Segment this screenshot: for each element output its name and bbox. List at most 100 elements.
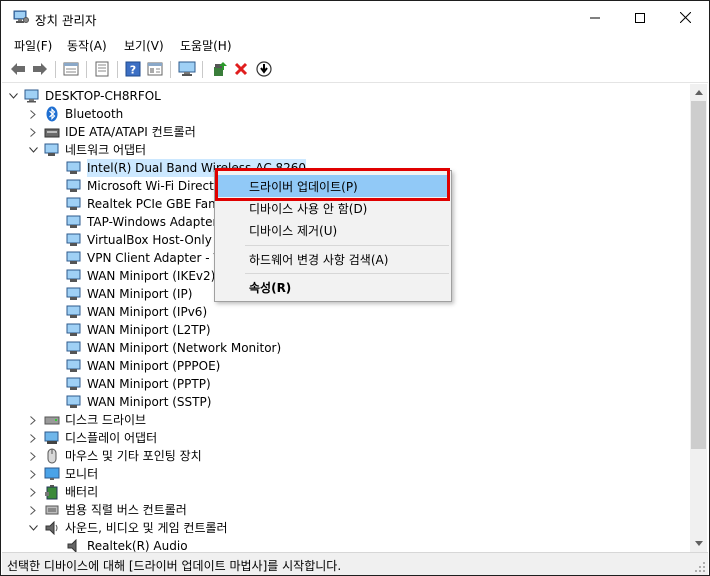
chevron-right-icon[interactable]: [28, 123, 38, 141]
disk-drive-icon: [44, 412, 60, 428]
speaker-icon: [44, 520, 60, 536]
chevron-right-icon[interactable]: [28, 411, 38, 429]
toolbar-separator: [202, 61, 203, 78]
network-adapter-label: WAN Miniport (PPPOE): [87, 359, 221, 373]
monitor-icon[interactable]: [177, 59, 197, 79]
network-adapter-icon: [66, 250, 82, 266]
back-icon[interactable]: [8, 59, 28, 79]
network-adapter-icon: [66, 358, 82, 374]
network-adapter-label: WAN Miniport (PPTP): [87, 377, 211, 391]
tree-category-network-adapters[interactable]: 네트워크 어댑터: [28, 141, 146, 159]
tree-category-label: 디스플레이 어댑터: [65, 431, 158, 445]
tree-category-monitors[interactable]: 모니터: [28, 465, 98, 483]
update-driver-icon[interactable]: [209, 59, 229, 79]
view-icon[interactable]: [145, 59, 165, 79]
chevron-down-icon[interactable]: [28, 141, 38, 159]
device-manager-window: 장치 관리자 파일(F) 동작(A) 보기(V) 도움말(H) ? DESKTO…: [0, 0, 710, 576]
tree-category-disk-drives[interactable]: 디스크 드라이브: [28, 411, 146, 429]
forward-icon[interactable]: [30, 59, 50, 79]
tree-category-sound[interactable]: 사운드, 비디오 및 게임 컨트롤러: [28, 519, 228, 537]
network-adapter-label: WAN Miniport (Network Monitor): [87, 341, 282, 355]
chevron-right-icon[interactable]: [28, 429, 38, 447]
chevron-right-icon[interactable]: [28, 483, 38, 501]
network-adapter-label: TAP-Windows Adapter V: [87, 215, 230, 229]
context-menu-item-label: 디바이스 사용 안 함(D): [249, 201, 368, 216]
context-menu-scan-hardware[interactable]: 하드웨어 변경 사항 검색(A): [217, 248, 449, 270]
tree-category-label: Bluetooth: [65, 107, 124, 121]
tree-category-label: 모니터: [65, 467, 99, 481]
help-icon[interactable]: ?: [123, 59, 143, 79]
network-adapter-item[interactable]: WAN Miniport (IP): [66, 285, 192, 303]
context-menu-disable-device[interactable]: 디바이스 사용 안 함(D): [217, 197, 449, 219]
properties-icon[interactable]: [61, 59, 81, 79]
network-adapter-item[interactable]: WAN Miniport (L2TP): [66, 321, 211, 339]
title-bar[interactable]: 장치 관리자: [2, 2, 708, 33]
mouse-icon: [44, 448, 60, 464]
download-icon[interactable]: [254, 59, 274, 79]
network-adapter-item[interactable]: WAN Miniport (PPPOE): [66, 357, 220, 375]
network-adapter-icon: [66, 178, 82, 194]
svg-text:?: ?: [130, 64, 136, 77]
context-menu-item-label: 속성(R): [249, 280, 292, 295]
context-menu-uninstall-device[interactable]: 디바이스 제거(U): [217, 219, 449, 241]
sound-device-item[interactable]: Realtek(R) Audio: [66, 537, 188, 552]
network-adapter-item[interactable]: WAN Miniport (PPTP): [66, 375, 211, 393]
scroll-up-icon[interactable]: [690, 84, 707, 101]
context-menu-separator: [245, 273, 449, 274]
context-menu-update-driver[interactable]: 드라이버 업데이트(P): [217, 175, 449, 197]
device-manager-icon: [13, 10, 29, 24]
tree-category-label: 마우스 및 기타 포인팅 장치: [65, 449, 202, 463]
network-adapter-item[interactable]: Microsoft Wi-Fi Direct V: [66, 177, 226, 195]
tree-category-batteries[interactable]: 배터리: [28, 483, 98, 501]
chevron-right-icon[interactable]: [28, 105, 38, 123]
uninstall-icon[interactable]: [231, 59, 251, 79]
network-adapter-label: WAN Miniport (L2TP): [87, 323, 211, 337]
network-adapter-item[interactable]: TAP-Windows Adapter V: [66, 213, 229, 231]
network-adapter-label: WAN Miniport (IP): [87, 287, 193, 301]
network-adapter-item[interactable]: Realtek PCIe GBE Family: [66, 195, 234, 213]
network-adapter-item[interactable]: WAN Miniport (IPv6): [66, 303, 207, 321]
tree-category-mice[interactable]: 마우스 및 기타 포인팅 장치: [28, 447, 202, 465]
scrollbar-thumb[interactable]: [691, 101, 706, 449]
scroll-down-icon[interactable]: [690, 535, 707, 552]
network-adapter-item[interactable]: WAN Miniport (IKEv2): [66, 267, 215, 285]
resize-grip-icon[interactable]: [695, 562, 706, 573]
menu-view[interactable]: 보기(V): [124, 37, 164, 54]
chevron-right-icon[interactable]: [28, 465, 38, 483]
device-tree[interactable]: DESKTOP-CH8RFOL Bluetooth IDE ATA/ATAPI …: [2, 84, 689, 552]
monitor-icon: [44, 466, 60, 482]
tree-category-ide[interactable]: IDE ATA/ATAPI 컨트롤러: [28, 123, 196, 141]
network-adapter-item[interactable]: VirtualBox Host-Only Et: [66, 231, 228, 249]
usb-icon: [44, 502, 60, 518]
network-adapter-item[interactable]: WAN Miniport (SSTP): [66, 393, 211, 411]
chevron-right-icon[interactable]: [28, 501, 38, 519]
tree-category-label: 네트워크 어댑터: [65, 143, 147, 157]
minimize-button[interactable]: [572, 2, 618, 33]
tree-root[interactable]: DESKTOP-CH8RFOL: [8, 87, 161, 105]
network-adapter-item[interactable]: VPN Client Adapter - V: [66, 249, 222, 267]
tree-category-usb-controllers[interactable]: 범용 직렬 버스 컨트롤러: [28, 501, 187, 519]
network-adapter-icon: [44, 142, 60, 158]
network-adapter-item[interactable]: WAN Miniport (Network Monitor): [66, 339, 281, 357]
context-menu-properties[interactable]: 속성(R): [217, 276, 449, 298]
menu-file[interactable]: 파일(F): [14, 37, 52, 54]
tree-category-display-adapters[interactable]: 디스플레이 어댑터: [28, 429, 157, 447]
vertical-scrollbar[interactable]: [690, 84, 707, 552]
menu-action[interactable]: 동작(A): [67, 37, 107, 54]
tree-category-bluetooth[interactable]: Bluetooth: [28, 105, 123, 123]
chevron-right-icon[interactable]: [28, 447, 38, 465]
menu-help[interactable]: 도움말(H): [180, 37, 232, 54]
context-menu-item-label: 하드웨어 변경 사항 검색(A): [249, 252, 389, 267]
close-button[interactable]: [662, 2, 708, 33]
network-adapter-icon: [66, 322, 82, 338]
chevron-down-icon[interactable]: [28, 519, 38, 537]
network-adapter-label: WAN Miniport (IPv6): [87, 305, 208, 319]
context-menu-item-label: 드라이버 업데이트(P): [249, 179, 358, 194]
maximize-button[interactable]: [617, 2, 663, 33]
network-adapter-label: Microsoft Wi-Fi Direct V: [87, 179, 226, 193]
list-icon[interactable]: [92, 59, 112, 79]
network-adapter-icon: [66, 160, 82, 176]
chevron-down-icon[interactable]: [8, 87, 18, 105]
toolbar-separator: [170, 61, 171, 78]
battery-icon: [44, 484, 60, 500]
